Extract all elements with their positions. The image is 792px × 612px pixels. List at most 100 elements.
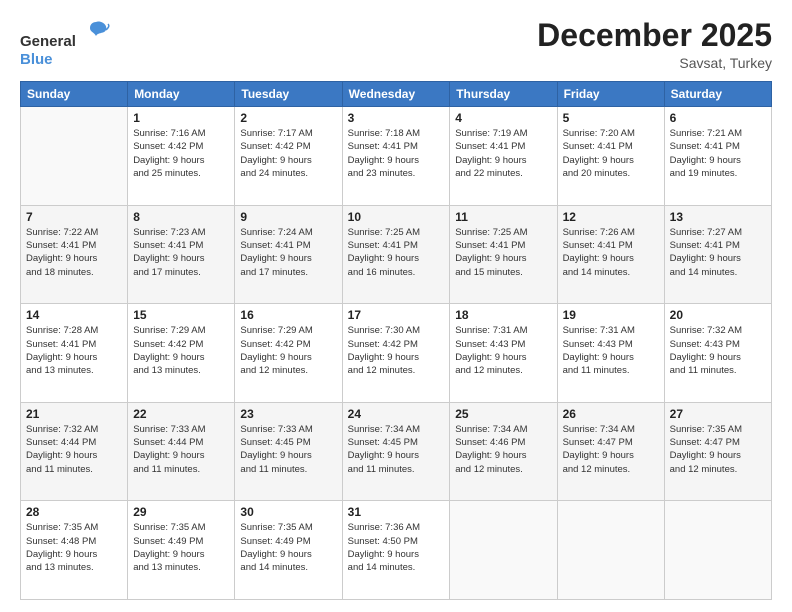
logo-blue: Blue	[20, 51, 53, 68]
day-number: 24	[348, 407, 445, 421]
weekday-header: Friday	[557, 82, 664, 107]
day-number: 23	[240, 407, 336, 421]
calendar-cell: 10 Sunrise: 7:25 AMSunset: 4:41 PMDayligh…	[342, 205, 450, 304]
day-info: Sunrise: 7:22 AMSunset: 4:41 PMDaylight:…	[26, 226, 122, 279]
day-number: 4	[455, 111, 551, 125]
calendar-cell	[450, 501, 557, 600]
weekday-header: Wednesday	[342, 82, 450, 107]
day-info: Sunrise: 7:27 AMSunset: 4:41 PMDaylight:…	[670, 226, 766, 279]
calendar-week-row: 28 Sunrise: 7:35 AMSunset: 4:48 PMDayligh…	[21, 501, 772, 600]
calendar-week-row: 1Sunrise: 7:16 AMSunset: 4:42 PMDaylight…	[21, 107, 772, 206]
day-info: Sunrise: 7:31 AMSunset: 4:43 PMDaylight:…	[455, 324, 551, 377]
page: General Blue December 2025 Savsat, Turke…	[0, 0, 792, 612]
weekday-header: Saturday	[664, 82, 771, 107]
month-title: December 2025	[537, 18, 772, 53]
day-number: 16	[240, 308, 336, 322]
calendar-cell: 25 Sunrise: 7:34 AMSunset: 4:46 PMDayligh…	[450, 402, 557, 501]
calendar-cell: 14 Sunrise: 7:28 AMSunset: 4:41 PMDayligh…	[21, 304, 128, 403]
day-info: Sunrise: 7:26 AMSunset: 4:41 PMDaylight:…	[563, 226, 659, 279]
day-number: 3	[348, 111, 445, 125]
calendar-cell: 8Sunrise: 7:23 AMSunset: 4:41 PMDaylight…	[128, 205, 235, 304]
day-number: 11	[455, 210, 551, 224]
day-number: 26	[563, 407, 659, 421]
day-number: 8	[133, 210, 229, 224]
day-info: Sunrise: 7:29 AMSunset: 4:42 PMDaylight:…	[240, 324, 336, 377]
day-info: Sunrise: 7:34 AMSunset: 4:46 PMDaylight:…	[455, 423, 551, 476]
calendar-cell: 12Sunrise: 7:26 AMSunset: 4:41 PMDayligh…	[557, 205, 664, 304]
day-info: Sunrise: 7:25 AMSunset: 4:41 PMDaylight:…	[455, 226, 551, 279]
calendar-cell: 11 Sunrise: 7:25 AMSunset: 4:41 PMDayligh…	[450, 205, 557, 304]
day-number: 6	[670, 111, 766, 125]
day-info: Sunrise: 7:21 AMSunset: 4:41 PMDaylight:…	[670, 127, 766, 180]
day-info: Sunrise: 7:35 AMSunset: 4:49 PMDaylight:…	[240, 521, 336, 574]
weekday-header: Monday	[128, 82, 235, 107]
day-number: 7	[26, 210, 122, 224]
calendar-cell: 1Sunrise: 7:16 AMSunset: 4:42 PMDaylight…	[128, 107, 235, 206]
calendar-header: SundayMondayTuesdayWednesdayThursdayFrid…	[21, 82, 772, 107]
day-number: 18	[455, 308, 551, 322]
calendar-table: SundayMondayTuesdayWednesdayThursdayFrid…	[20, 81, 772, 600]
calendar-cell: 26 Sunrise: 7:34 AMSunset: 4:47 PMDayligh…	[557, 402, 664, 501]
day-number: 19	[563, 308, 659, 322]
day-info: Sunrise: 7:35 AMSunset: 4:48 PMDaylight:…	[26, 521, 122, 574]
calendar-cell	[664, 501, 771, 600]
calendar-week-row: 21Sunrise: 7:32 AMSunset: 4:44 PMDayligh…	[21, 402, 772, 501]
calendar-cell: 15 Sunrise: 7:29 AMSunset: 4:42 PMDayligh…	[128, 304, 235, 403]
calendar-week-row: 14 Sunrise: 7:28 AMSunset: 4:41 PMDayligh…	[21, 304, 772, 403]
calendar-cell: 7 Sunrise: 7:22 AMSunset: 4:41 PMDaylight…	[21, 205, 128, 304]
header: General Blue December 2025 Savsat, Turke…	[20, 18, 772, 71]
day-number: 5	[563, 111, 659, 125]
calendar-cell: 5 Sunrise: 7:20 AMSunset: 4:41 PMDaylight…	[557, 107, 664, 206]
day-info: Sunrise: 7:35 AMSunset: 4:47 PMDaylight:…	[670, 423, 766, 476]
calendar-cell: 4 Sunrise: 7:19 AMSunset: 4:41 PMDaylight…	[450, 107, 557, 206]
location: Savsat, Turkey	[537, 55, 772, 71]
day-number: 1	[133, 111, 229, 125]
calendar-cell: 19Sunrise: 7:31 AMSunset: 4:43 PMDayligh…	[557, 304, 664, 403]
title-area: December 2025 Savsat, Turkey	[537, 18, 772, 71]
calendar-cell: 3 Sunrise: 7:18 AMSunset: 4:41 PMDaylight…	[342, 107, 450, 206]
calendar-cell: 24 Sunrise: 7:34 AMSunset: 4:45 PMDayligh…	[342, 402, 450, 501]
calendar-body: 1Sunrise: 7:16 AMSunset: 4:42 PMDaylight…	[21, 107, 772, 600]
weekday-header: Thursday	[450, 82, 557, 107]
day-number: 30	[240, 505, 336, 519]
day-number: 2	[240, 111, 336, 125]
day-info: Sunrise: 7:28 AMSunset: 4:41 PMDaylight:…	[26, 324, 122, 377]
day-info: Sunrise: 7:25 AMSunset: 4:41 PMDaylight:…	[348, 226, 445, 279]
calendar-cell: 18 Sunrise: 7:31 AMSunset: 4:43 PMDayligh…	[450, 304, 557, 403]
calendar-cell: 28 Sunrise: 7:35 AMSunset: 4:48 PMDayligh…	[21, 501, 128, 600]
day-number: 13	[670, 210, 766, 224]
calendar-cell: 29Sunrise: 7:35 AMSunset: 4:49 PMDayligh…	[128, 501, 235, 600]
day-info: Sunrise: 7:29 AMSunset: 4:42 PMDaylight:…	[133, 324, 229, 377]
day-info: Sunrise: 7:32 AMSunset: 4:43 PMDaylight:…	[670, 324, 766, 377]
calendar-cell: 30 Sunrise: 7:35 AMSunset: 4:49 PMDayligh…	[235, 501, 342, 600]
calendar-cell: 17Sunrise: 7:30 AMSunset: 4:42 PMDayligh…	[342, 304, 450, 403]
day-info: Sunrise: 7:20 AMSunset: 4:41 PMDaylight:…	[563, 127, 659, 180]
calendar-cell: 22Sunrise: 7:33 AMSunset: 4:44 PMDayligh…	[128, 402, 235, 501]
calendar-cell: 13 Sunrise: 7:27 AMSunset: 4:41 PMDayligh…	[664, 205, 771, 304]
day-number: 15	[133, 308, 229, 322]
day-number: 17	[348, 308, 445, 322]
weekday-header: Sunday	[21, 82, 128, 107]
day-number: 10	[348, 210, 445, 224]
day-info: Sunrise: 7:33 AMSunset: 4:45 PMDaylight:…	[240, 423, 336, 476]
calendar-cell: 23 Sunrise: 7:33 AMSunset: 4:45 PMDayligh…	[235, 402, 342, 501]
calendar-cell: 31Sunrise: 7:36 AMSunset: 4:50 PMDayligh…	[342, 501, 450, 600]
day-info: Sunrise: 7:17 AMSunset: 4:42 PMDaylight:…	[240, 127, 336, 180]
day-info: Sunrise: 7:33 AMSunset: 4:44 PMDaylight:…	[133, 423, 229, 476]
calendar-cell: 20Sunrise: 7:32 AMSunset: 4:43 PMDayligh…	[664, 304, 771, 403]
day-number: 14	[26, 308, 122, 322]
day-info: Sunrise: 7:34 AMSunset: 4:45 PMDaylight:…	[348, 423, 445, 476]
day-info: Sunrise: 7:32 AMSunset: 4:44 PMDaylight:…	[26, 423, 122, 476]
day-info: Sunrise: 7:18 AMSunset: 4:41 PMDaylight:…	[348, 127, 445, 180]
day-info: Sunrise: 7:35 AMSunset: 4:49 PMDaylight:…	[133, 521, 229, 574]
calendar-cell	[21, 107, 128, 206]
calendar-week-row: 7 Sunrise: 7:22 AMSunset: 4:41 PMDaylight…	[21, 205, 772, 304]
day-info: Sunrise: 7:34 AMSunset: 4:47 PMDaylight:…	[563, 423, 659, 476]
day-info: Sunrise: 7:19 AMSunset: 4:41 PMDaylight:…	[455, 127, 551, 180]
calendar-cell: 9Sunrise: 7:24 AMSunset: 4:41 PMDaylight…	[235, 205, 342, 304]
day-number: 28	[26, 505, 122, 519]
day-number: 31	[348, 505, 445, 519]
calendar-cell: 21Sunrise: 7:32 AMSunset: 4:44 PMDayligh…	[21, 402, 128, 501]
day-number: 25	[455, 407, 551, 421]
day-number: 9	[240, 210, 336, 224]
